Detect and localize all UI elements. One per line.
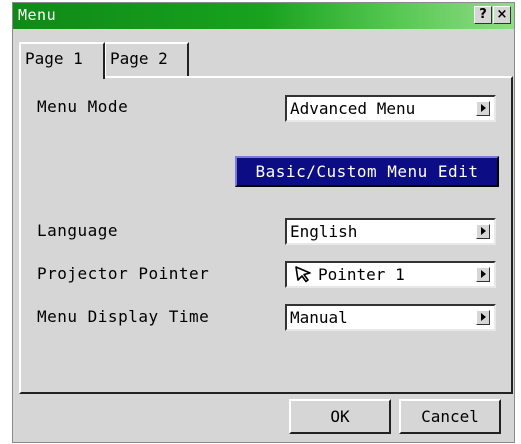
help-button[interactable]: ?: [474, 6, 492, 24]
language-value: English: [290, 222, 358, 241]
ok-button[interactable]: OK: [289, 399, 391, 434]
menu-display-time-value: Manual: [290, 308, 348, 327]
title-bar[interactable]: Menu ? ×: [13, 3, 514, 29]
pointer-arrow-icon: [295, 266, 311, 283]
dropdown-arrow-icon[interactable]: [476, 101, 490, 116]
menu-mode-label: Menu Mode: [37, 97, 129, 116]
tab-page-2[interactable]: Page 2: [104, 42, 189, 76]
cancel-button[interactable]: Cancel: [399, 399, 501, 434]
projector-pointer-value: Pointer 1: [318, 265, 405, 284]
menu-mode-value: Advanced Menu: [290, 99, 416, 118]
close-button[interactable]: ×: [493, 6, 511, 24]
menu-dialog: Menu ? × Page 1 Page 2 Menu Mode Advance…: [12, 2, 515, 443]
tab-page-1[interactable]: Page 1: [19, 42, 105, 79]
menu-display-time-label: Menu Display Time: [37, 307, 210, 326]
language-select[interactable]: English: [285, 218, 496, 245]
projector-pointer-label: Projector Pointer: [37, 264, 210, 283]
projector-pointer-select[interactable]: Pointer 1: [285, 261, 496, 288]
dropdown-arrow-icon[interactable]: [476, 310, 490, 325]
menu-mode-select[interactable]: Advanced Menu: [285, 95, 496, 122]
language-label: Language: [37, 221, 119, 240]
dropdown-arrow-icon[interactable]: [476, 224, 490, 239]
window-title: Menu: [18, 6, 57, 24]
basic-custom-menu-edit-button[interactable]: Basic/Custom Menu Edit: [235, 156, 499, 187]
menu-display-time-select[interactable]: Manual: [285, 304, 496, 331]
settings-panel: Menu Mode Advanced Menu Basic/Custom Men…: [19, 76, 513, 394]
dropdown-arrow-icon[interactable]: [476, 267, 490, 282]
